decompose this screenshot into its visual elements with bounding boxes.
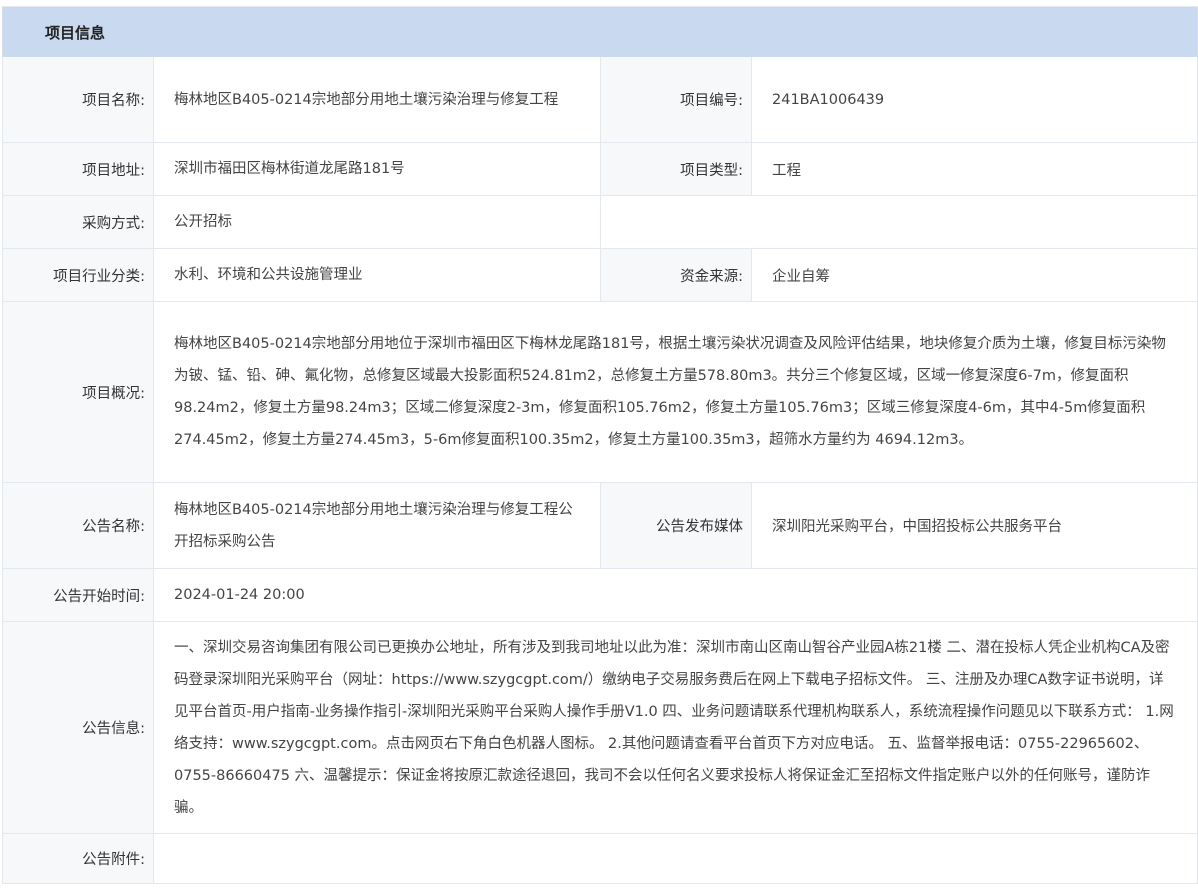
section-title: 项目信息 bbox=[45, 23, 106, 42]
row-project-name: 项目名称: 梅林地区B405-0214宗地部分用地土壤污染治理与修复工程 项目编… bbox=[2, 57, 1198, 143]
value-funding-source: 企业自筹 bbox=[751, 249, 1197, 301]
notice-name-text: 梅林地区B405-0214宗地部分用地土壤污染治理与修复工程公开招标采购公告 bbox=[174, 501, 573, 550]
row-notice-info: 公告信息: 一、深圳交易咨询集团有限公司已更换办公地址，所有涉及到我司地址以此为… bbox=[2, 622, 1198, 834]
project-info-panel: 项目信息 项目名称: 梅林地区B405-0214宗地部分用地土壤污染治理与修复工… bbox=[2, 6, 1198, 884]
label-project-name: 项目名称: bbox=[3, 57, 153, 142]
value-notice-name: 梅林地区B405-0214宗地部分用地土壤污染治理与修复工程公开招标采购公告 bbox=[153, 483, 600, 568]
label-notice-attachment: 公告附件: bbox=[3, 834, 153, 883]
value-notice-start: 2024-01-24 20:00 bbox=[153, 569, 1197, 621]
row-notice-attachment: 公告附件: bbox=[2, 834, 1198, 884]
notice-info-text: 一、深圳交易咨询集团有限公司已更换办公地址，所有涉及到我司地址以此为准：深圳市南… bbox=[174, 639, 1174, 816]
row-overview: 项目概况: 梅林地区B405-0214宗地部分用地位于深圳市福田区下梅林龙尾路1… bbox=[2, 302, 1198, 483]
row-notice-name: 公告名称: 梅林地区B405-0214宗地部分用地土壤污染治理与修复工程公开招标… bbox=[2, 483, 1198, 569]
label-project-code: 项目编号: bbox=[600, 57, 751, 142]
label-notice-media: 公告发布媒体 bbox=[600, 483, 751, 568]
value-overview: 梅林地区B405-0214宗地部分用地位于深圳市福田区下梅林龙尾路181号，根据… bbox=[153, 302, 1197, 482]
row-notice-start: 公告开始时间: 2024-01-24 20:00 bbox=[2, 569, 1198, 622]
label-project-type: 项目类型: bbox=[600, 143, 751, 195]
label-notice-name: 公告名称: bbox=[3, 483, 153, 568]
label-funding-source: 资金来源: bbox=[600, 249, 751, 301]
project-name-text: 梅林地区B405-0214宗地部分用地土壤污染治理与修复工程 bbox=[174, 91, 559, 108]
label-overview: 项目概况: bbox=[3, 302, 153, 482]
value-procurement-method: 公开招标 bbox=[153, 196, 600, 248]
value-notice-attachment bbox=[153, 834, 1197, 883]
overview-text: 梅林地区B405-0214宗地部分用地位于深圳市福田区下梅林龙尾路181号，根据… bbox=[174, 336, 1166, 448]
value-project-name: 梅林地区B405-0214宗地部分用地土壤污染治理与修复工程 bbox=[153, 57, 600, 142]
label-project-address: 项目地址: bbox=[3, 143, 153, 195]
row-industry: 项目行业分类: 水利、环境和公共设施管理业 资金来源: 企业自筹 bbox=[2, 249, 1198, 302]
label-notice-start: 公告开始时间: bbox=[3, 569, 153, 621]
value-industry: 水利、环境和公共设施管理业 bbox=[153, 249, 600, 301]
label-notice-info: 公告信息: bbox=[3, 622, 153, 833]
section-header: 项目信息 bbox=[2, 7, 1198, 57]
label-industry: 项目行业分类: bbox=[3, 249, 153, 301]
row-project-address: 项目地址: 深圳市福田区梅林街道龙尾路181号 项目类型: 工程 bbox=[2, 143, 1198, 196]
value-project-code: 241BA1006439 bbox=[751, 57, 1197, 142]
value-notice-info: 一、深圳交易咨询集团有限公司已更换办公地址，所有涉及到我司地址以此为准：深圳市南… bbox=[153, 622, 1197, 833]
value-project-type: 工程 bbox=[751, 143, 1197, 195]
value-notice-media: 深圳阳光采购平台，中国招投标公共服务平台 bbox=[751, 483, 1197, 568]
value-project-address: 深圳市福田区梅林街道龙尾路181号 bbox=[153, 143, 600, 195]
label-procurement-method: 采购方式: bbox=[3, 196, 153, 248]
empty-cell bbox=[600, 196, 1197, 248]
row-procurement-method: 采购方式: 公开招标 bbox=[2, 196, 1198, 249]
